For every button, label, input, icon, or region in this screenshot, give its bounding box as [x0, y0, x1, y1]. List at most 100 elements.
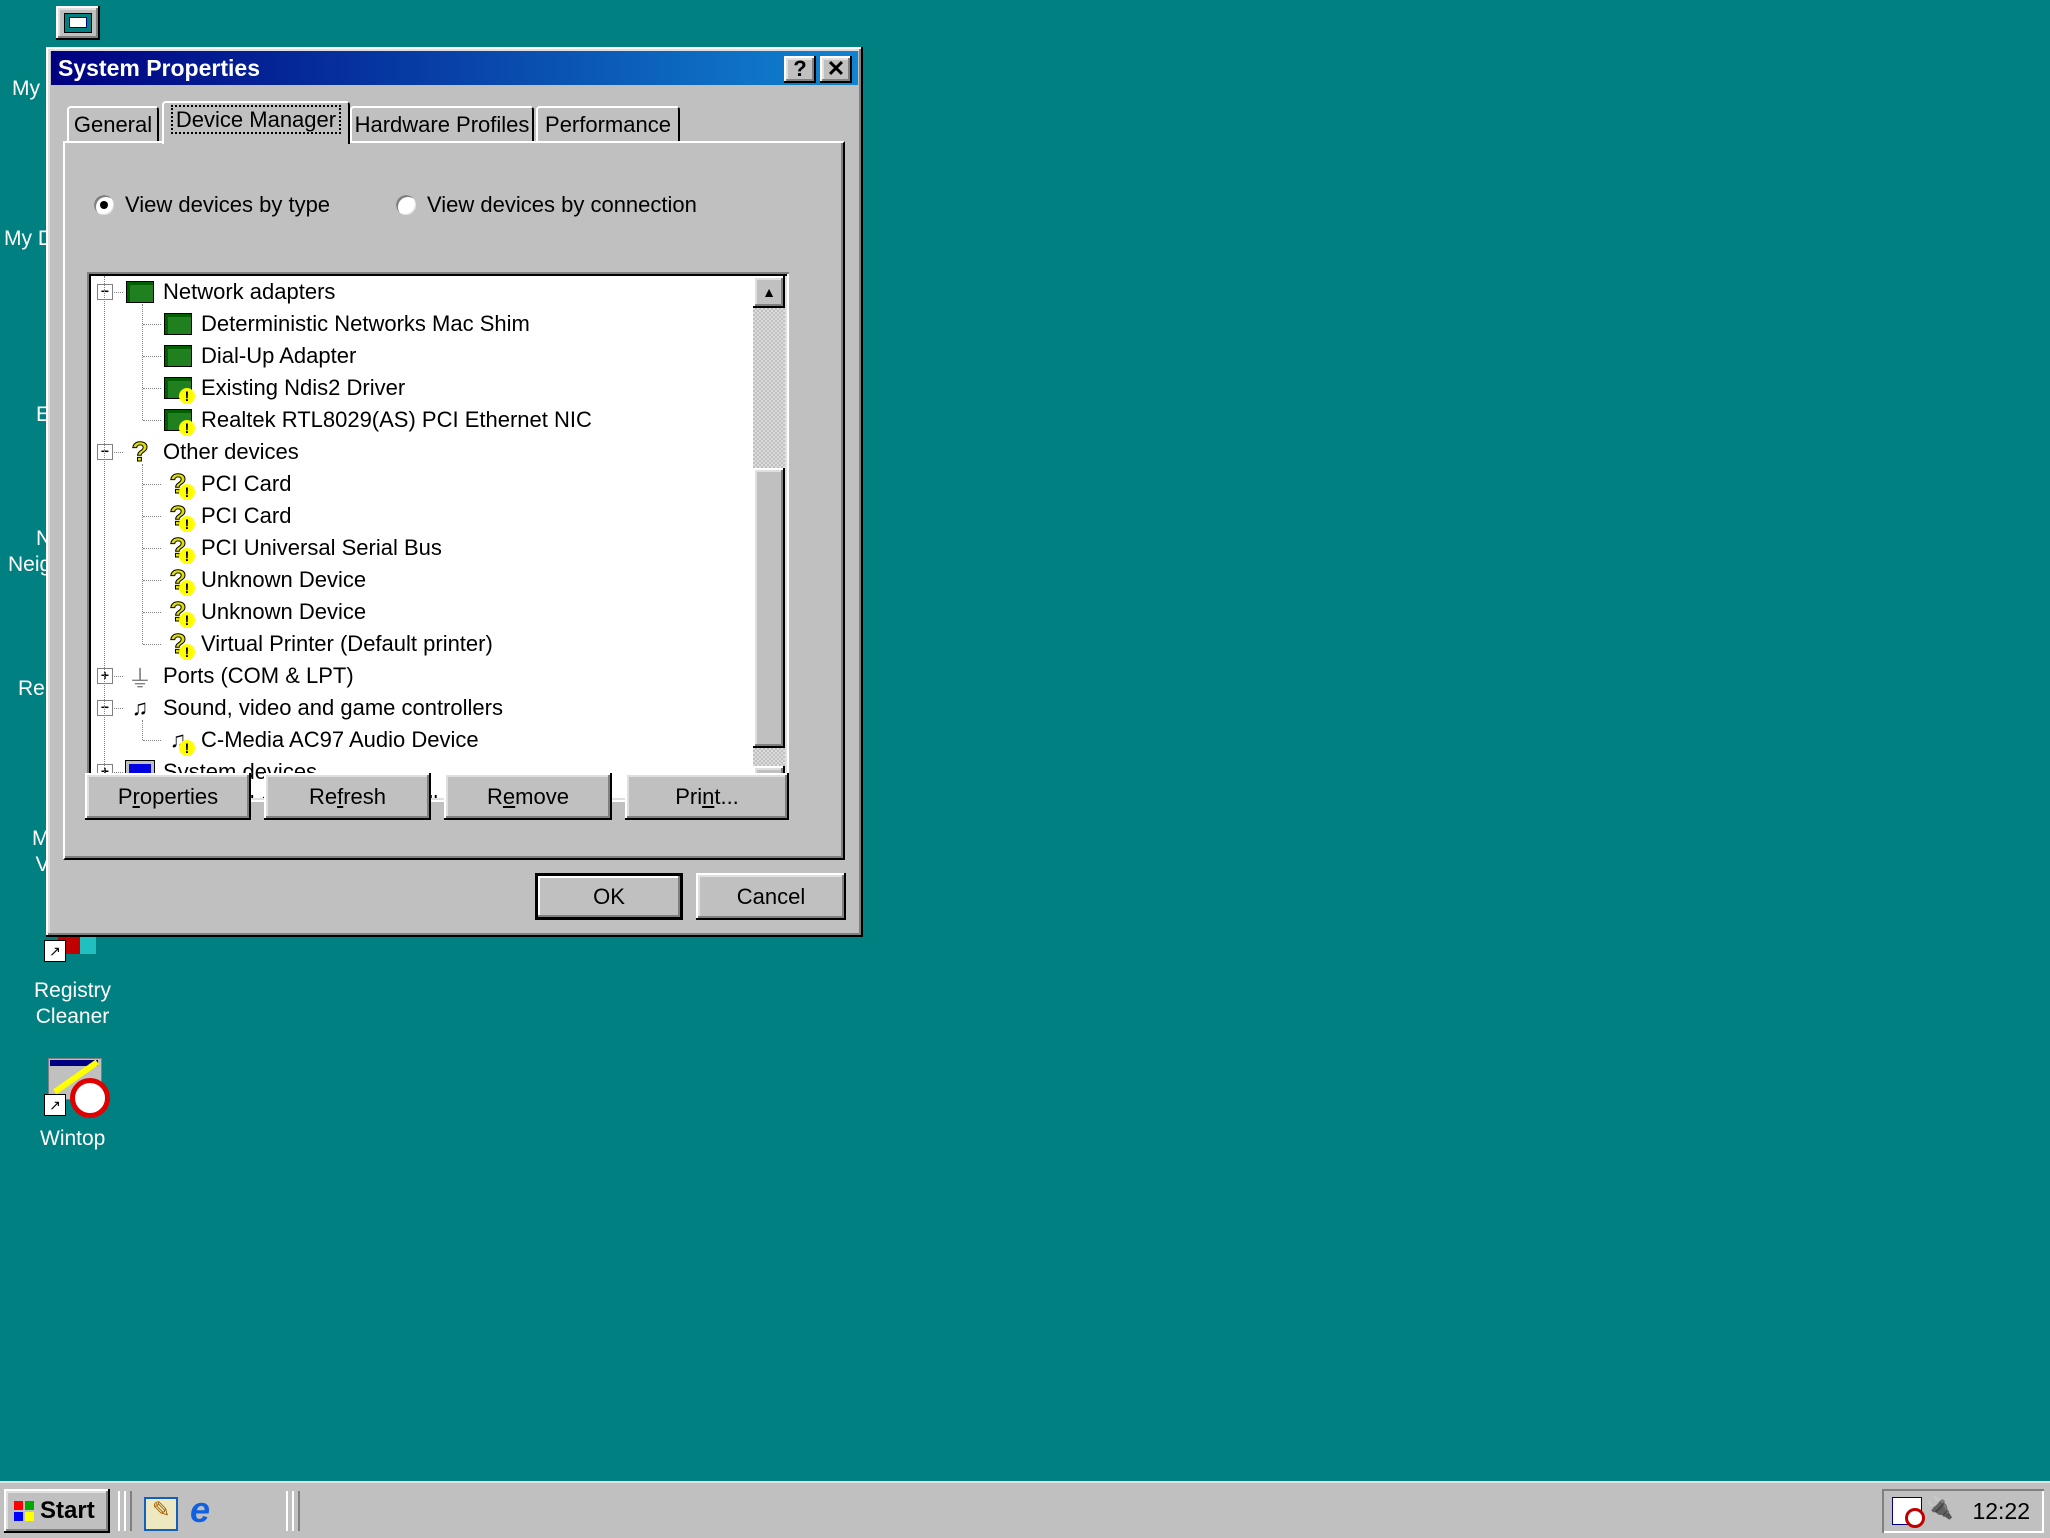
button-label: Refresh — [308, 784, 387, 809]
tree-connector — [143, 612, 161, 613]
dialog-title: System Properties — [58, 55, 260, 81]
sound-icon: ♫! — [163, 726, 195, 756]
tree-item-label: Deterministic Networks Mac Shim — [201, 311, 530, 336]
connection-icon[interactable]: 🔌 — [1926, 1495, 1956, 1525]
radio-view-by-connection[interactable]: View devices by connection — [395, 192, 697, 218]
quick-launch-grip[interactable] — [124, 1491, 132, 1531]
tree-connector — [143, 740, 161, 741]
tree-guide — [142, 464, 143, 644]
collapse-icon[interactable]: − — [97, 284, 113, 300]
registry-cleaner-label[interactable]: Registry Cleaner — [34, 978, 111, 1030]
tree-item-label: Unknown Device — [201, 599, 367, 624]
wintop-icon[interactable]: ↗ — [44, 1056, 110, 1118]
network-adapter-icon — [163, 310, 193, 338]
tree-connector — [143, 324, 161, 325]
window-switcher-icon[interactable] — [56, 6, 100, 40]
scrollbar-thumb[interactable] — [753, 468, 785, 748]
warning-icon: ! — [179, 484, 195, 500]
arrow-up-icon: ▲ — [762, 284, 776, 300]
tab-hardware-profiles[interactable]: Hardware Profiles — [350, 106, 534, 142]
print-button[interactable]: Print... — [625, 773, 789, 820]
properties-button[interactable]: Properties — [85, 773, 251, 820]
network-adapter-icon: ! — [163, 406, 195, 436]
close-button[interactable]: ✕ — [820, 56, 852, 83]
tree-connector — [143, 484, 161, 485]
desktop-icon-network-neighborhood-label[interactable]: N Neig — [8, 526, 51, 578]
cancel-button[interactable]: Cancel — [696, 873, 846, 920]
radio-selected-icon — [93, 194, 115, 216]
vertical-scrollbar[interactable]: ▲ ▼ — [753, 276, 785, 798]
tree-category[interactable]: Network adapters — [125, 276, 335, 308]
collapse-icon[interactable]: − — [97, 700, 113, 716]
title-bar[interactable]: System Properties ? ✕ — [51, 51, 858, 85]
ok-button[interactable]: OK — [535, 873, 683, 920]
network-adapter-icon: ! — [163, 374, 195, 404]
collapse-icon[interactable]: − — [97, 444, 113, 460]
device-manager-panel: View devices by type View devices by con… — [63, 141, 845, 860]
tree-item-label: Existing Ndis2 Driver — [201, 375, 406, 400]
tree-device[interactable]: ! Existing Ndis2 Driver — [163, 372, 405, 404]
tree-device[interactable]: Dial-Up Adapter — [163, 340, 356, 372]
button-label: Print... — [675, 784, 739, 809]
tab-label: General — [73, 112, 153, 137]
desktop-icon-my-computer-label[interactable]: My — [12, 76, 40, 102]
tree-connector — [143, 356, 161, 357]
start-button[interactable]: Start — [4, 1489, 110, 1533]
question-icon: ?! — [163, 469, 195, 500]
tree-connector — [143, 420, 161, 421]
tree-device[interactable]: ?! Virtual Printer (Default printer) — [163, 628, 493, 660]
tree-guide — [104, 276, 105, 798]
tree-item-label: C-Media AC97 Audio Device — [201, 727, 479, 752]
tab-general[interactable]: General — [67, 106, 159, 142]
scheduler-icon[interactable] — [1892, 1497, 1925, 1528]
shortcut-arrow-icon: ↗ — [44, 1094, 66, 1116]
start-label: Start — [40, 1497, 95, 1524]
refresh-button[interactable]: Refresh — [264, 773, 431, 820]
tab-label: Device Manager — [170, 105, 342, 134]
button-label: Remove — [487, 784, 569, 809]
taskbar: Start ✎ e 🔌 12:22 — [0, 1481, 2050, 1538]
system-properties-dialog: System Properties ? ✕ General Device Man… — [46, 47, 863, 937]
quick-launch-edit-icon[interactable]: ✎ — [144, 1497, 178, 1531]
remove-button[interactable]: Remove — [444, 773, 612, 820]
wintop-label[interactable]: Wintop — [40, 1126, 105, 1152]
task-area-grip[interactable] — [292, 1491, 300, 1531]
question-icon: ?! — [163, 533, 195, 564]
sound-icon: ♫ — [131, 695, 149, 720]
network-adapter-icon — [125, 278, 155, 306]
tree-device[interactable]: Deterministic Networks Mac Shim — [163, 308, 530, 340]
tab-label: Performance — [545, 112, 671, 137]
tree-item-label: PCI Card — [201, 471, 292, 496]
desktop-icon-recycle-bin-label[interactable]: Re — [18, 676, 45, 702]
tree-device[interactable]: ! Realtek RTL8029(AS) PCI Ethernet NIC — [163, 404, 592, 436]
radio-view-by-type[interactable]: View devices by type — [93, 192, 330, 218]
tree-device[interactable]: ?! PCI Card — [163, 500, 291, 532]
expand-icon[interactable]: + — [97, 668, 113, 684]
tree-item-label: Realtek RTL8029(AS) PCI Ethernet NIC — [201, 407, 592, 432]
warning-icon: ! — [179, 740, 195, 756]
tree-connector — [143, 388, 161, 389]
tree-device[interactable]: ?! Unknown Device — [163, 564, 366, 596]
clock[interactable]: 12:22 — [1972, 1498, 2030, 1525]
close-icon: ✕ — [826, 56, 846, 81]
device-tree-list: Network adapters − Deterministic Networks … — [91, 276, 751, 798]
warning-icon: ! — [179, 516, 195, 532]
tab-device-manager[interactable]: Device Manager — [162, 101, 350, 144]
tree-category[interactable]: ♫ Sound, video and game controllers — [125, 692, 503, 724]
question-icon: ?! — [163, 597, 195, 628]
tab-performance[interactable]: Performance — [536, 106, 680, 142]
tree-connector — [143, 644, 161, 645]
question-icon: ?! — [163, 501, 195, 532]
tree-category[interactable]: ⏚ Ports (COM & LPT) — [125, 660, 354, 693]
internet-explorer-icon[interactable]: e — [190, 1492, 224, 1528]
shortcut-arrow-icon: ↗ — [44, 940, 66, 962]
help-button[interactable]: ? — [784, 56, 816, 83]
warning-icon: ! — [179, 420, 195, 436]
device-tree[interactable]: Network adapters − Deterministic Networks … — [87, 272, 789, 802]
tree-device[interactable]: ?! PCI Card — [163, 468, 291, 500]
tree-device[interactable]: ?! PCI Universal Serial Bus — [163, 532, 442, 564]
tree-device[interactable]: ?! Unknown Device — [163, 596, 366, 628]
tree-category[interactable]: ? Other devices — [125, 436, 299, 468]
tree-device[interactable]: ♫! C-Media AC97 Audio Device — [163, 724, 479, 756]
scroll-up-button[interactable]: ▲ — [753, 276, 785, 308]
